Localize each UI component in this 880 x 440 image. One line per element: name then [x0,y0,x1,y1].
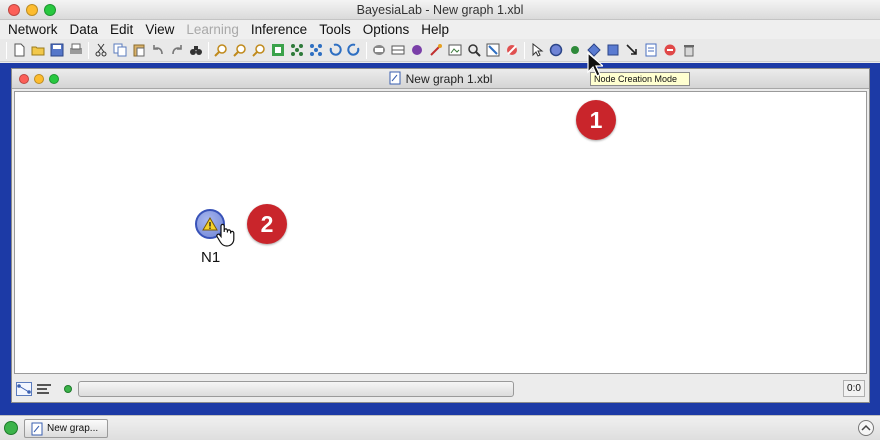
node-creation-tooltip: Node Creation Mode [590,72,690,86]
document-icon [389,71,401,85]
copy-icon[interactable] [111,42,128,59]
hand-cursor-icon [216,223,235,247]
new-file-icon[interactable] [10,42,27,59]
zoom-out-icon[interactable] [231,42,248,59]
arc-creation-icon[interactable] [623,42,640,59]
undo-icon[interactable] [149,42,166,59]
graph-window-titlebar: New graph 1.xbl [12,69,869,89]
window-controls [8,4,56,16]
bayesialab-app: BayesiaLab - New graph 1.xbl Network Dat… [0,0,880,440]
node-purple-icon[interactable] [408,42,425,59]
constraint-node-icon[interactable] [566,42,583,59]
graph-view-icon[interactable] [14,380,34,398]
toolbar-separator [6,41,7,59]
rotate-right-icon[interactable] [345,42,362,59]
menu-bar: Network Data Edit View Learning Inferenc… [0,20,880,39]
graph-edit-icon[interactable] [484,42,501,59]
menu-data[interactable]: Data [64,22,105,37]
rotate-left-icon[interactable] [326,42,343,59]
coordinates-readout: 0:0 [843,380,865,397]
layout-grid-icon[interactable] [288,42,305,59]
trash-icon[interactable] [680,42,697,59]
menu-inference[interactable]: Inference [245,22,313,37]
window-title: BayesiaLab - New graph 1.xbl [356,3,524,17]
taskbar: New grap... [0,415,880,440]
menu-learning[interactable]: Learning [180,22,245,37]
table-icon[interactable] [389,42,406,59]
selection-mode-icon[interactable] [528,42,545,59]
toolbar-separator [88,41,89,59]
utility-node-icon[interactable] [604,42,621,59]
toolbar-separator [524,41,525,59]
graph-zoom-button[interactable] [49,74,59,84]
menu-edit[interactable]: Edit [104,22,139,37]
layout-tree-icon[interactable] [307,42,324,59]
toolbar-separator [208,41,209,59]
step-badge-2: 2 [247,204,287,244]
zoom-button[interactable] [44,4,56,16]
network-status-icon[interactable] [4,421,18,435]
node-n1-label: N1 [201,249,221,266]
toolbar-separator [366,41,367,59]
graph-window-title: New graph 1.xbl [405,72,493,86]
zoom-in-icon[interactable] [212,42,229,59]
note-icon[interactable] [642,42,659,59]
graph-window-controls [19,74,59,84]
image-icon[interactable] [446,42,463,59]
taskbar-item-new-graph[interactable]: New grap... [24,419,108,438]
monitor-icon[interactable] [370,42,387,59]
open-folder-icon[interactable] [29,42,46,59]
close-button[interactable] [8,4,20,16]
paste-icon[interactable] [130,42,147,59]
node-creation-mode-icon[interactable] [547,42,564,59]
main-toolbar [0,39,880,62]
node-search-icon[interactable] [465,42,482,59]
step-badge-1: 1 [576,100,616,140]
find-icon[interactable] [187,42,204,59]
menu-tools[interactable]: Tools [313,22,357,37]
taskbar-item-label: New grap... [47,423,99,434]
menu-view[interactable]: View [139,22,180,37]
chevron-up-icon[interactable] [858,420,874,436]
minimize-button[interactable] [26,4,38,16]
save-icon[interactable] [48,42,65,59]
status-indicator [64,385,72,393]
cut-icon[interactable] [92,42,109,59]
graph-close-button[interactable] [19,74,29,84]
zoom-fit-icon[interactable] [269,42,286,59]
redo-icon[interactable] [168,42,185,59]
status-bar: 0:0 [14,376,867,402]
mouse-pointer-icon [587,52,603,77]
print-icon[interactable] [67,42,84,59]
delete-node-icon[interactable] [503,42,520,59]
progress-bar [78,381,514,397]
zoom-reset-icon[interactable] [250,42,267,59]
window-titlebar: BayesiaLab - New graph 1.xbl [0,0,880,20]
graph-window: New graph 1.xbl N1 2 0:0 [11,68,870,403]
graph-canvas[interactable]: N1 2 [14,91,867,374]
menu-options[interactable]: Options [357,22,416,37]
graph-minimize-button[interactable] [34,74,44,84]
document-icon [31,422,43,436]
menu-network[interactable]: Network [2,22,64,37]
monitor-view-icon[interactable] [34,380,54,398]
menu-help[interactable]: Help [415,22,455,37]
wand-icon[interactable] [427,42,444,59]
stop-icon[interactable] [661,42,678,59]
